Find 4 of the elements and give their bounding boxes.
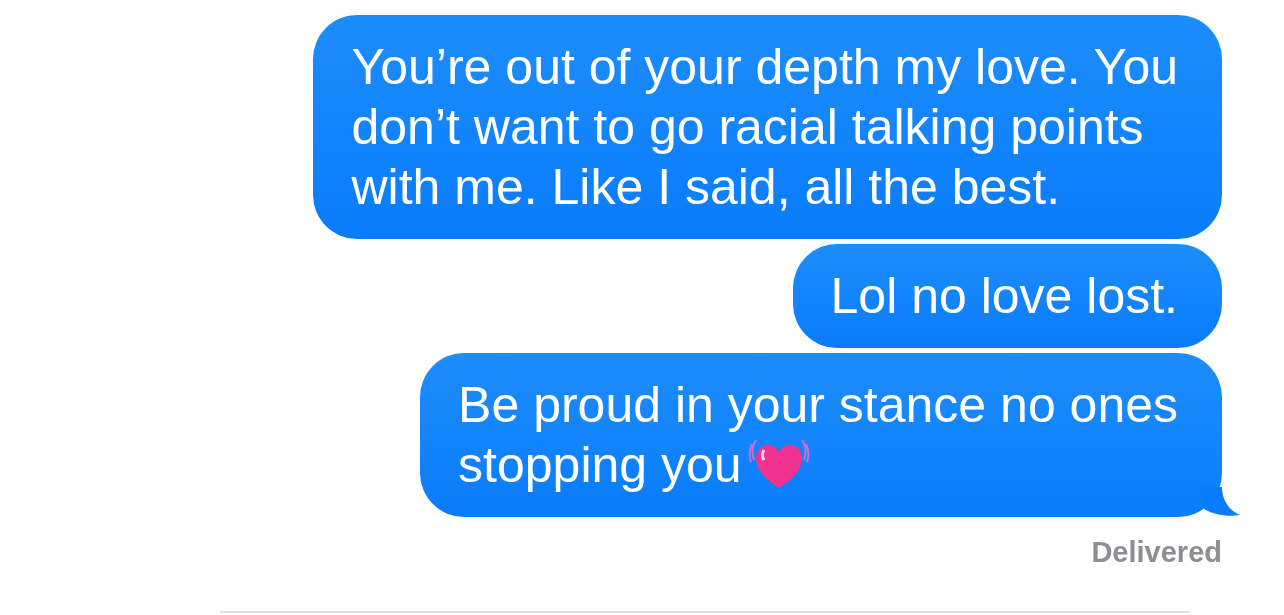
message-text: Lol no love lost. [830, 268, 1178, 324]
message-text: Be proud in your stance no ones stopping you [458, 377, 1178, 493]
message-text: You’re out of your depth my love. You don’t want to go racial talking points with me. Like I said, all the best. [351, 39, 1178, 215]
delivery-status: Delivered [1091, 536, 1222, 569]
